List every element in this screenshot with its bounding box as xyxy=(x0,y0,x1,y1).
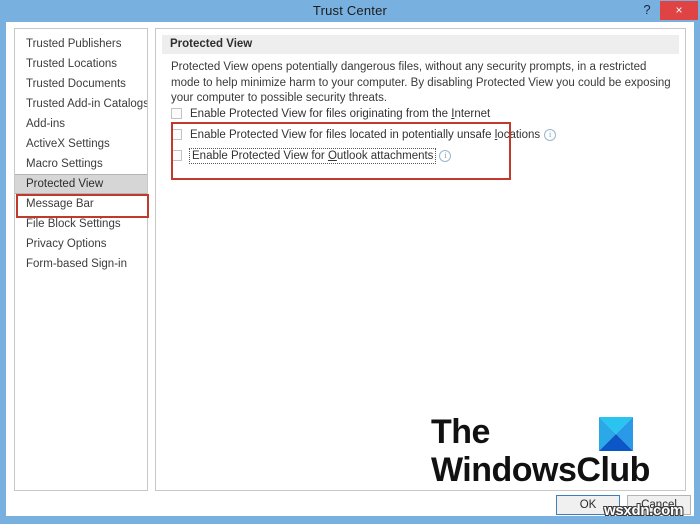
windowsclub-logo-icon xyxy=(599,417,633,451)
sidebar-item-trusted-publishers[interactable]: Trusted Publishers xyxy=(15,34,147,54)
info-icon[interactable]: i xyxy=(439,149,452,162)
option-label-after: utlook attachments xyxy=(336,149,434,162)
checkbox-icon[interactable] xyxy=(171,108,182,119)
sidebar-item-message-bar[interactable]: Message Bar xyxy=(15,194,147,214)
option-row[interactable]: Enable Protected View for files located … xyxy=(171,126,666,143)
info-icon[interactable]: i xyxy=(544,128,557,141)
option-label-after: nternet xyxy=(454,107,491,120)
sidebar-nav-list: Trusted Publishers Trusted Locations Trust… xyxy=(15,29,147,274)
sidebar-item-protected-view[interactable]: Protected View xyxy=(15,174,147,194)
sidebar-item-privacy-options[interactable]: Privacy Options xyxy=(15,234,147,254)
sidebar-item-form-based-sign-in[interactable]: Form-based Sign-in xyxy=(15,254,147,274)
option-label: Enable Protected View for files originat… xyxy=(190,108,490,120)
watermark-logo: The WindowsClub xyxy=(426,413,651,498)
option-label: Enable Protected View for files located … xyxy=(190,129,540,141)
sidebar-item-trusted-documents[interactable]: Trusted Documents xyxy=(15,74,147,94)
sidebar-item-file-block-settings[interactable]: File Block Settings xyxy=(15,214,147,234)
option-label-before: Enable Protected View for xyxy=(192,149,328,162)
option-label-before: Enable Protected View for files originat… xyxy=(190,107,452,120)
checkbox-icon[interactable] xyxy=(171,150,182,161)
option-row[interactable]: Enable Protected View for Outlook attach… xyxy=(171,147,666,164)
help-icon[interactable]: ? xyxy=(636,0,658,20)
dialog-body: Trusted Publishers Trusted Locations Trust… xyxy=(6,22,694,516)
option-label: Enable Protected View for Outlook attach… xyxy=(188,147,437,164)
sidebar-item-trusted-add-in-catalogs[interactable]: Trusted Add-in Catalogs xyxy=(15,94,147,114)
option-label-accelerator: O xyxy=(327,149,337,162)
option-label-after: ocations xyxy=(497,128,541,141)
sidebar: Trusted Publishers Trusted Locations Trust… xyxy=(14,28,148,491)
content-panel: Protected View Protected View opens pote… xyxy=(155,28,686,491)
section-description: Protected View opens potentially dangero… xyxy=(171,61,671,104)
title-bar: Trust Center ? × xyxy=(0,0,700,22)
cancel-button[interactable]: Cancel xyxy=(627,495,691,515)
section-header: Protected View xyxy=(162,35,679,54)
ok-button[interactable]: OK xyxy=(556,495,620,515)
option-label-before: Enable Protected View for files located … xyxy=(190,128,495,141)
checkbox-icon[interactable] xyxy=(171,129,182,140)
sidebar-item-trusted-locations[interactable]: Trusted Locations xyxy=(15,54,147,74)
protected-view-options: Enable Protected View for files originat… xyxy=(171,105,666,168)
sidebar-item-add-ins[interactable]: Add-ins xyxy=(15,114,147,134)
trust-center-dialog: Trust Center ? × Trusted Publishers Trust… xyxy=(0,0,700,524)
sidebar-item-macro-settings[interactable]: Macro Settings xyxy=(15,154,147,174)
option-row[interactable]: Enable Protected View for files originat… xyxy=(171,105,666,122)
watermark-line2: WindowsClub xyxy=(431,451,650,489)
window-title: Trust Center xyxy=(312,3,388,18)
sidebar-item-activex-settings[interactable]: ActiveX Settings xyxy=(15,134,147,154)
close-icon[interactable]: × xyxy=(660,1,698,20)
watermark-line1: The xyxy=(431,413,490,451)
